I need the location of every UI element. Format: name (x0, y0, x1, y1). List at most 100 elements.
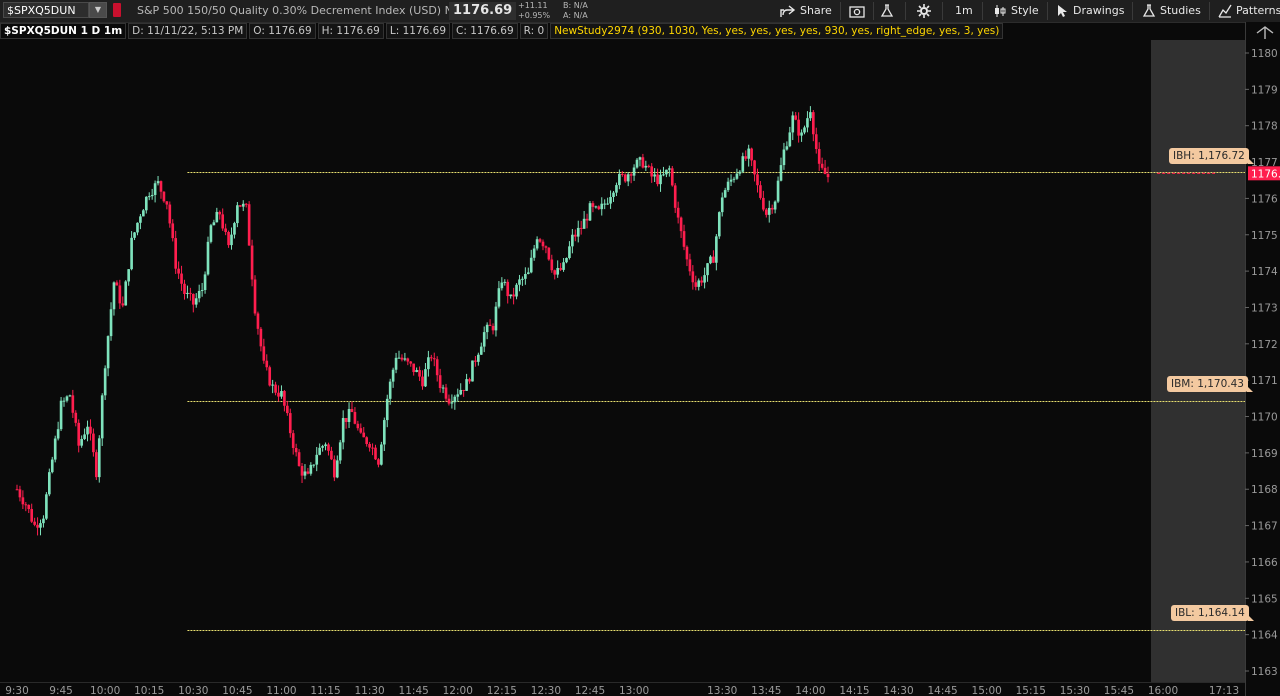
candle-body (430, 357, 433, 359)
candle-body (591, 203, 595, 207)
candle-body (412, 363, 416, 373)
candle-body (165, 201, 169, 205)
candle-body (139, 216, 142, 223)
candle-body (732, 178, 736, 180)
price-chart[interactable]: 1163 1164 1165 1166 1167 1168 1169 1170 1171 1172… (0, 0, 1280, 696)
candle-body (488, 324, 492, 326)
candle-body (541, 241, 545, 247)
candle-body (239, 205, 242, 207)
x-tick-label: 15:30 (1060, 685, 1090, 696)
y-tick-label: 1163 (1251, 666, 1278, 678)
candle-body (482, 332, 486, 347)
candle-body (629, 174, 633, 176)
candle-body (712, 256, 715, 263)
candle-body (306, 471, 310, 474)
candle-body (30, 509, 34, 522)
candle-body (568, 246, 571, 259)
candle-body (427, 357, 430, 370)
candle-body (15, 489, 19, 491)
candle-body (653, 174, 656, 177)
candle-body (347, 409, 351, 422)
candle-body (327, 444, 330, 451)
candle-body (224, 228, 227, 233)
candle-body (288, 413, 292, 434)
candle-body (582, 218, 586, 229)
candle-body (271, 384, 274, 386)
candle-body (283, 391, 286, 406)
candle-body (776, 180, 780, 202)
candle-body (159, 181, 163, 192)
x-tick-label: 14:15 (839, 685, 869, 696)
candle-body (315, 454, 319, 465)
candle-body (244, 203, 248, 205)
candle-body (553, 270, 557, 275)
candle-body (209, 225, 213, 242)
candle-body (491, 325, 495, 331)
candle-body (344, 417, 348, 422)
candle-body (415, 370, 418, 373)
candle-body (621, 173, 624, 175)
chart-symbol-label[interactable]: $SPXQ5DUN 1 D 1m (0, 23, 127, 39)
y-tick-label: 1168 (1251, 484, 1278, 496)
candle-body (764, 209, 768, 215)
last-price-tag-label: 1176. (1251, 168, 1280, 180)
candle-body (814, 134, 818, 150)
candle-body (65, 396, 69, 401)
candle-body (559, 267, 562, 270)
candle-body (230, 234, 233, 246)
x-tick-label: 11:00 (266, 685, 296, 696)
candle-body (218, 211, 222, 215)
candle-body (679, 217, 683, 232)
candle-body (227, 232, 230, 246)
candle-body (203, 274, 207, 291)
candle-body (503, 281, 507, 283)
candle-body (806, 118, 809, 128)
candle-body (468, 379, 471, 382)
candle-body (191, 293, 195, 305)
candle-body (688, 259, 692, 272)
candle-body (71, 395, 75, 413)
candle-body (526, 272, 530, 274)
candle-body (382, 420, 386, 445)
y-tick-label: 1169 (1251, 448, 1278, 460)
candle-body (626, 174, 630, 182)
candle-body (662, 174, 665, 176)
y-tick-label: 1174 (1251, 266, 1278, 278)
candle-body (103, 368, 107, 396)
candle-body (274, 384, 277, 393)
candle-body (418, 370, 421, 377)
candle-body (409, 361, 413, 364)
candle-body (573, 234, 577, 237)
x-tick-label: 10:45 (222, 685, 252, 696)
candle-body (324, 444, 327, 447)
candle-body (206, 241, 210, 275)
y-tick-label: 1176 (1251, 193, 1278, 205)
candle-body (236, 205, 239, 224)
candle-body (100, 395, 104, 439)
candle-body (371, 447, 374, 449)
candle-body (62, 400, 66, 402)
candle-body (444, 387, 448, 399)
study-label[interactable]: NewStudy2974 (930, 1030, Yes, yes, yes, … (550, 23, 1004, 39)
candle-body (286, 405, 289, 414)
candle-body (335, 460, 339, 478)
bar-low: L: 1176.69 (385, 23, 451, 39)
candle-body (538, 239, 542, 242)
candle-body (512, 294, 515, 297)
candle-body (565, 258, 568, 263)
candle-body (312, 464, 316, 466)
candle-body (544, 246, 548, 248)
candle-body (156, 181, 160, 184)
candle-body (45, 494, 48, 519)
y-tick-label: 1173 (1251, 302, 1278, 314)
candle-body (109, 309, 113, 337)
candle-body (474, 360, 477, 362)
y-tick-label: 1170 (1251, 412, 1278, 424)
candle-body (576, 227, 580, 237)
bar-range: R: 0 (519, 23, 549, 39)
x-tick-label: 17:13 (1209, 685, 1239, 696)
candle-body (494, 306, 498, 331)
candle-body (142, 210, 145, 217)
candle-body (300, 466, 304, 476)
candle-body (136, 222, 139, 233)
